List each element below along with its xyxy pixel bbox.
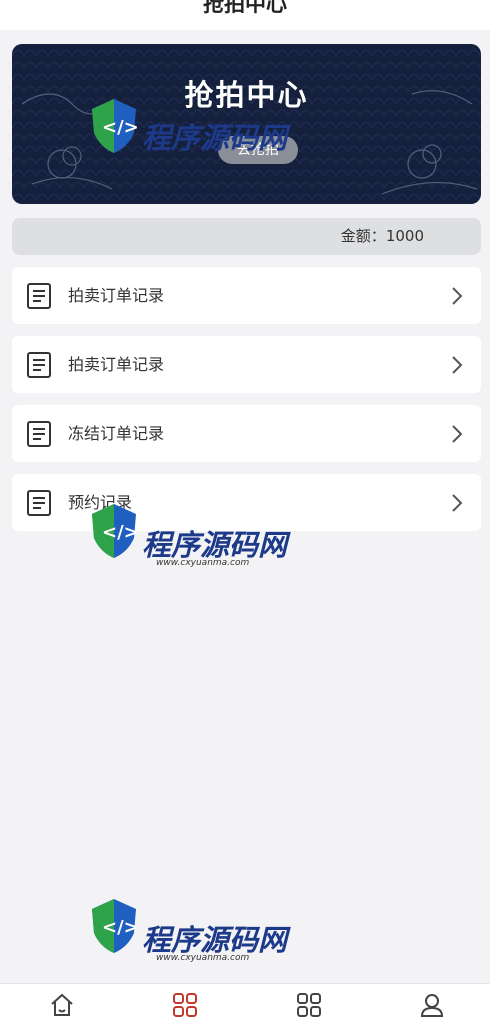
svg-text:</>: </> — [102, 522, 139, 543]
watermark-brand: 程序源码网 — [142, 121, 288, 155]
user-icon[interactable] — [419, 992, 445, 1018]
chevron-right-icon — [452, 425, 463, 443]
menu-item-auction-orders-2[interactable]: 拍卖订单记录 — [12, 336, 481, 393]
watermark-url: www.cxyuanma.com — [156, 558, 250, 568]
watermark-shield-icon: </> — [92, 899, 139, 953]
menu-item-auction-orders[interactable]: 拍卖订单记录 — [12, 267, 481, 324]
amount-label: 金额： — [340, 227, 386, 245]
document-list-icon — [27, 490, 51, 516]
menu-item-label: 冻结订单记录 — [68, 424, 165, 443]
watermark-shield-icon: </> — [92, 99, 139, 153]
svg-text:</>: </> — [102, 117, 139, 138]
grid-icon[interactable] — [172, 992, 198, 1018]
amount-value: 1000 — [385, 227, 424, 245]
amount-bar: 金额：1000 — [12, 218, 481, 255]
chevron-right-icon — [452, 494, 463, 512]
menu-item-label: 拍卖订单记录 — [68, 355, 165, 374]
menu-item-frozen-orders[interactable]: 冻结订单记录 — [12, 405, 481, 462]
watermark-shield-icon: </> — [92, 504, 139, 558]
grid-icon[interactable] — [296, 992, 322, 1018]
watermark-logo: </> 程序源码网 www.cxyuanma.com — [88, 895, 308, 985]
watermark-logo: </> 程序源码网 — [88, 95, 308, 185]
home-icon[interactable] — [49, 992, 75, 1018]
document-list-icon — [27, 352, 51, 378]
svg-text:</>: </> — [102, 917, 139, 938]
chevron-right-icon — [452, 356, 463, 374]
watermark-logo: </> 程序源码网 www.cxyuanma.com — [88, 500, 308, 590]
chevron-right-icon — [452, 287, 463, 305]
document-list-icon — [27, 421, 51, 447]
menu-item-label: 拍卖订单记录 — [68, 286, 165, 305]
watermark-url: www.cxyuanma.com — [156, 953, 250, 963]
bottom-tab-bar — [0, 983, 490, 1025]
document-list-icon — [27, 283, 51, 309]
page-title: 抢拍中心 — [203, 0, 287, 16]
